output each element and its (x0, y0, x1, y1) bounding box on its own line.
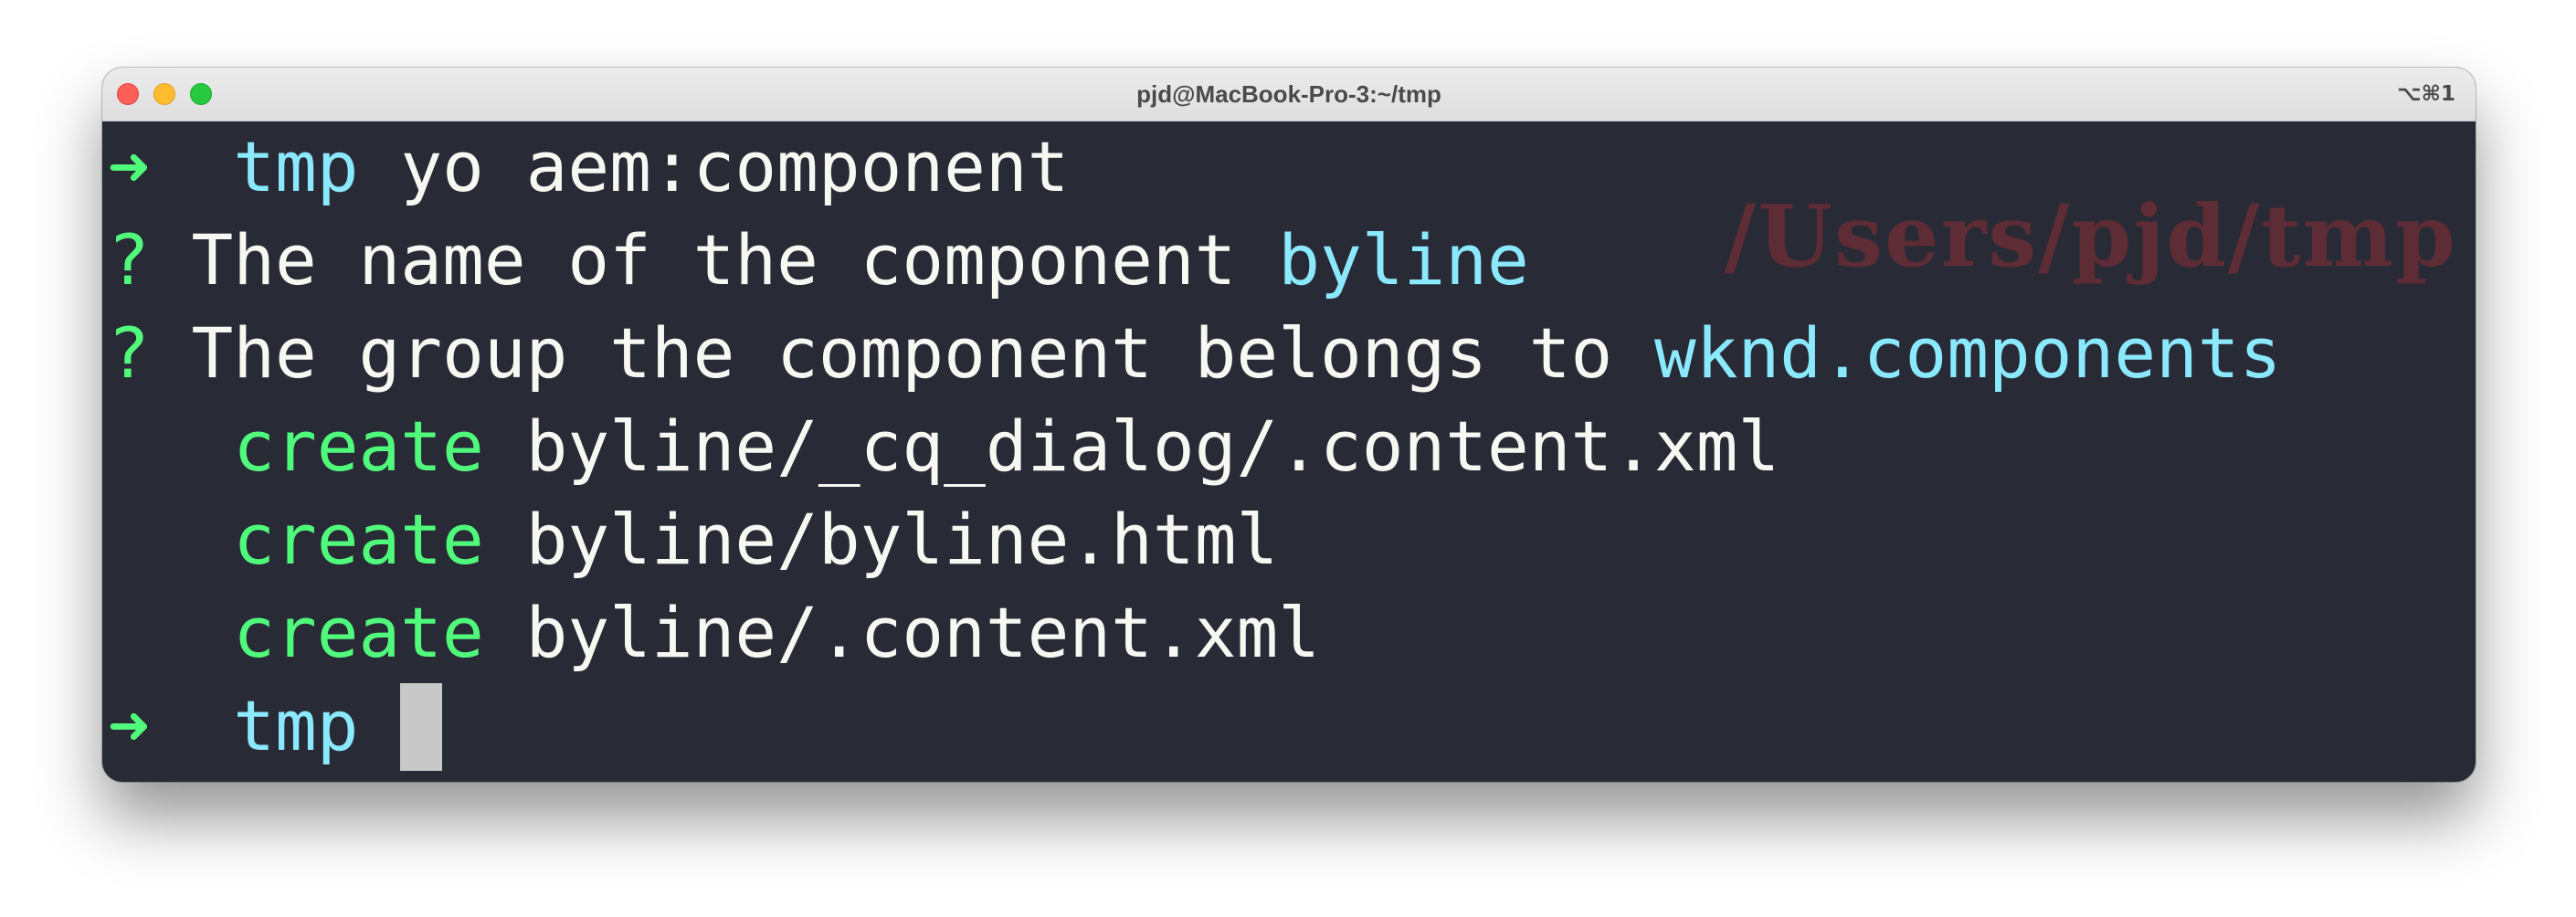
command-text: yo aem:component (400, 126, 1070, 207)
created-file-path: byline/byline.html (525, 499, 1279, 580)
create-action: create (233, 406, 484, 487)
answer-text: wknd.components (1654, 312, 2282, 394)
question-text: The name of the component (191, 219, 1237, 300)
terminal-line: create byline/.content.xml (108, 586, 2476, 680)
created-file-path: byline/.content.xml (525, 592, 1320, 673)
prompt-arrow-icon: ➜ (108, 126, 150, 207)
terminal-line: ➜ tmp (108, 680, 2476, 773)
create-action: create (233, 499, 484, 580)
prompt-directory: tmp (233, 685, 359, 766)
create-action: create (233, 592, 484, 673)
question-text: The group the component belongs to (191, 312, 1613, 394)
prompt-arrow-icon: ➜ (108, 685, 150, 766)
terminal-line: create byline/byline.html (108, 493, 2476, 586)
terminal-line: create byline/_cq_dialog/.content.xml (108, 400, 2476, 493)
window-shortcut: ⌥⌘1 (2397, 82, 2455, 106)
prompt-directory: tmp (233, 126, 359, 207)
title-bar[interactable]: pjd@MacBook-Pro-3:~/tmp ⌥⌘1 (102, 68, 2476, 121)
answer-text: byline (1278, 219, 1529, 300)
terminal-line: ? The group the component belongs to wkn… (108, 307, 2476, 400)
question-mark: ? (108, 219, 150, 300)
terminal-line: ➜ tmp yo aem:component (108, 121, 2476, 214)
terminal-line: ? The name of the component byline (108, 214, 2476, 307)
question-mark: ? (108, 312, 150, 394)
terminal-output[interactable]: ➜ tmp yo aem:component ? The name of the… (108, 121, 2476, 782)
window-title: pjd@MacBook-Pro-3:~/tmp (1136, 80, 1441, 108)
terminal-window: pjd@MacBook-Pro-3:~/tmp ⌥⌘1 /Users/pjd/t… (102, 68, 2476, 782)
created-file-path: byline/_cq_dialog/.content.xml (525, 406, 1780, 487)
text-cursor[interactable] (400, 683, 443, 771)
